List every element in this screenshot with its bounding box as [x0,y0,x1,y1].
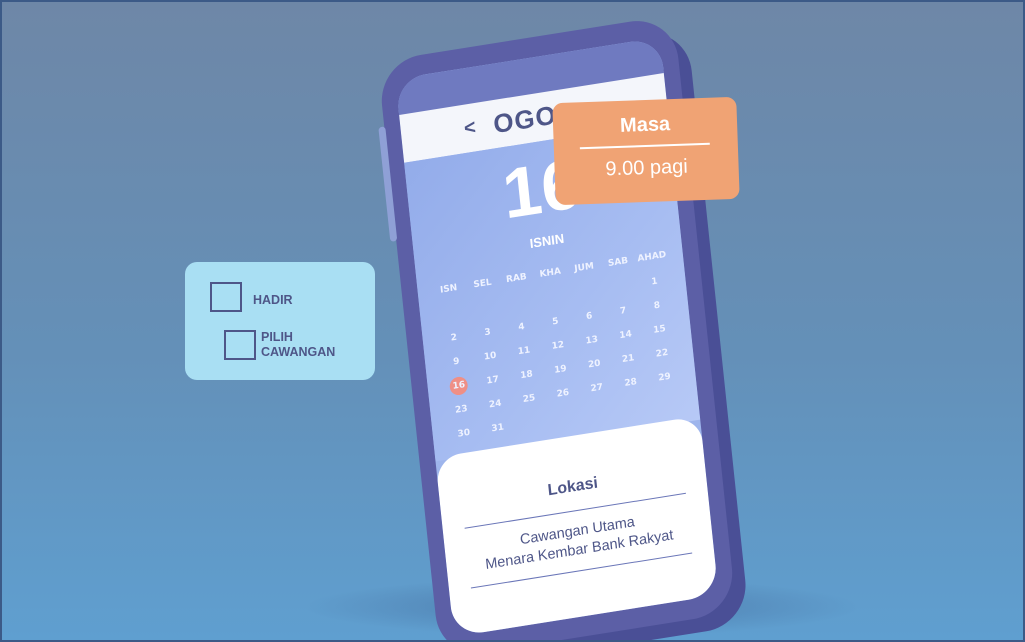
calendar-day-number: 26 [556,387,570,400]
calendar-day [433,303,469,326]
calendar-day-number: 29 [657,371,672,384]
calendar-day[interactable]: 30 [446,422,482,445]
weekday-header: KHA [539,266,562,280]
calendar-day[interactable]: 23 [444,398,480,421]
calendar-day-number: 18 [519,369,534,382]
time-card: Masa 9.00 pagi [552,96,740,206]
calendar-day [535,287,571,310]
location-text: Cawangan Utama Menara Kembar Bank Rakyat [444,501,713,581]
calendar-day[interactable]: 19 [543,358,579,381]
calendar-day-number: 3 [484,327,492,339]
calendar-day[interactable]: 5 [538,310,574,333]
calendar-day-number: 25 [522,393,536,406]
calendar-day[interactable]: 27 [579,377,615,400]
calendar-day-number: 11 [517,345,531,358]
calendar-day-number: 14 [618,329,633,342]
calendar-day[interactable]: 4 [504,316,540,339]
calendar-day-number: 1 [650,276,659,288]
calendar-day-number: 22 [655,347,669,360]
calendar-day-number: 20 [587,358,602,371]
prev-month-button[interactable]: < [463,116,477,141]
calendar-day-number: 15 [652,323,667,336]
calendar-day-number: 31 [491,422,505,435]
calendar-day-number: 16 [452,379,466,392]
calendar-day[interactable]: 14 [608,324,644,347]
calendar-day-number: 4 [517,321,526,333]
calendar-day-number: 27 [590,382,604,395]
calendar-day [467,297,503,320]
calendar-day[interactable]: 15 [642,318,678,341]
phone-side-button [378,126,398,242]
calendar-day[interactable]: 12 [540,334,576,357]
calendar-day-number: 30 [457,427,471,440]
calendar-day-number: 8 [653,300,661,312]
calendar-day[interactable]: 24 [477,393,513,416]
calendar-day-number: 5 [551,316,560,328]
calendar-day[interactable]: 3 [470,321,506,344]
phone-layer: < OGOS > 16 ISNIN ISNSELRABKHAJUMSABAHAD… [2,2,1023,640]
calendar-day[interactable]: 1 [637,270,673,293]
calendar-day[interactable]: 26 [545,382,581,405]
calendar-grid: ISN SEL RAB KHA JUM SAB AHAD 1 2 3 4 5 6 7 8 9 10 11 12 13 1… [431,245,685,446]
weekday-header: ISN [439,283,458,296]
weekday-header: RAB [505,272,528,286]
calendar-day[interactable]: 11 [506,340,542,363]
calendar-day [603,276,639,299]
calendar-day-number: 7 [619,305,627,317]
calendar-day-number: 10 [483,350,497,363]
calendar-day-number: 21 [621,353,635,366]
calendar-day-number: 13 [585,334,599,347]
calendar-day[interactable]: 2 [436,327,472,350]
calendar-day-number: 6 [585,311,593,323]
weekday-header: JUM [573,261,595,275]
scene: HADIR PILIH CAWANGAN < OGOS > 16 ISNIN I… [0,0,1025,642]
weekday-header: AHAD [637,249,667,265]
calendar-day-number: 19 [553,363,568,376]
calendar-day [514,411,550,434]
calendar-day-selected[interactable]: 16 [441,374,477,397]
calendar-day[interactable]: 20 [576,353,612,376]
calendar-day-number: 12 [551,340,565,352]
calendar-day [501,292,537,315]
calendar-day[interactable]: 28 [613,371,649,394]
calendar-day[interactable]: 31 [480,417,516,440]
calendar-day-number: 23 [454,403,469,416]
time-title: Masa [619,113,671,137]
calendar-day [569,281,605,304]
calendar-day[interactable]: 21 [610,347,646,370]
calendar-day[interactable]: 13 [574,329,610,352]
calendar-day [548,406,584,429]
calendar-day[interactable]: 22 [644,342,680,365]
time-divider [579,142,710,150]
calendar-day[interactable]: 10 [472,345,508,368]
weekday-header: SAB [607,255,629,270]
calendar-day [615,395,651,418]
calendar-day[interactable]: 17 [475,369,511,392]
calendar-day [581,401,617,424]
calendar-day-number: 2 [450,332,458,344]
calendar-day-number: 17 [486,374,500,387]
calendar-day[interactable]: 6 [571,305,607,328]
time-value: 9.00 pagi [605,155,689,181]
calendar-day[interactable]: 29 [647,366,683,389]
calendar-day[interactable]: 8 [639,294,675,317]
calendar-day[interactable]: 7 [605,300,641,323]
calendar-day[interactable]: 25 [511,387,547,410]
calendar-day[interactable]: 9 [438,350,474,373]
calendar-day-number: 24 [488,398,502,411]
calendar-day [649,390,685,413]
calendar-day-number: 9 [452,356,460,368]
calendar-day-number: 28 [623,377,638,389]
calendar-day[interactable]: 18 [509,364,545,387]
weekday-header: SEL [472,277,493,291]
